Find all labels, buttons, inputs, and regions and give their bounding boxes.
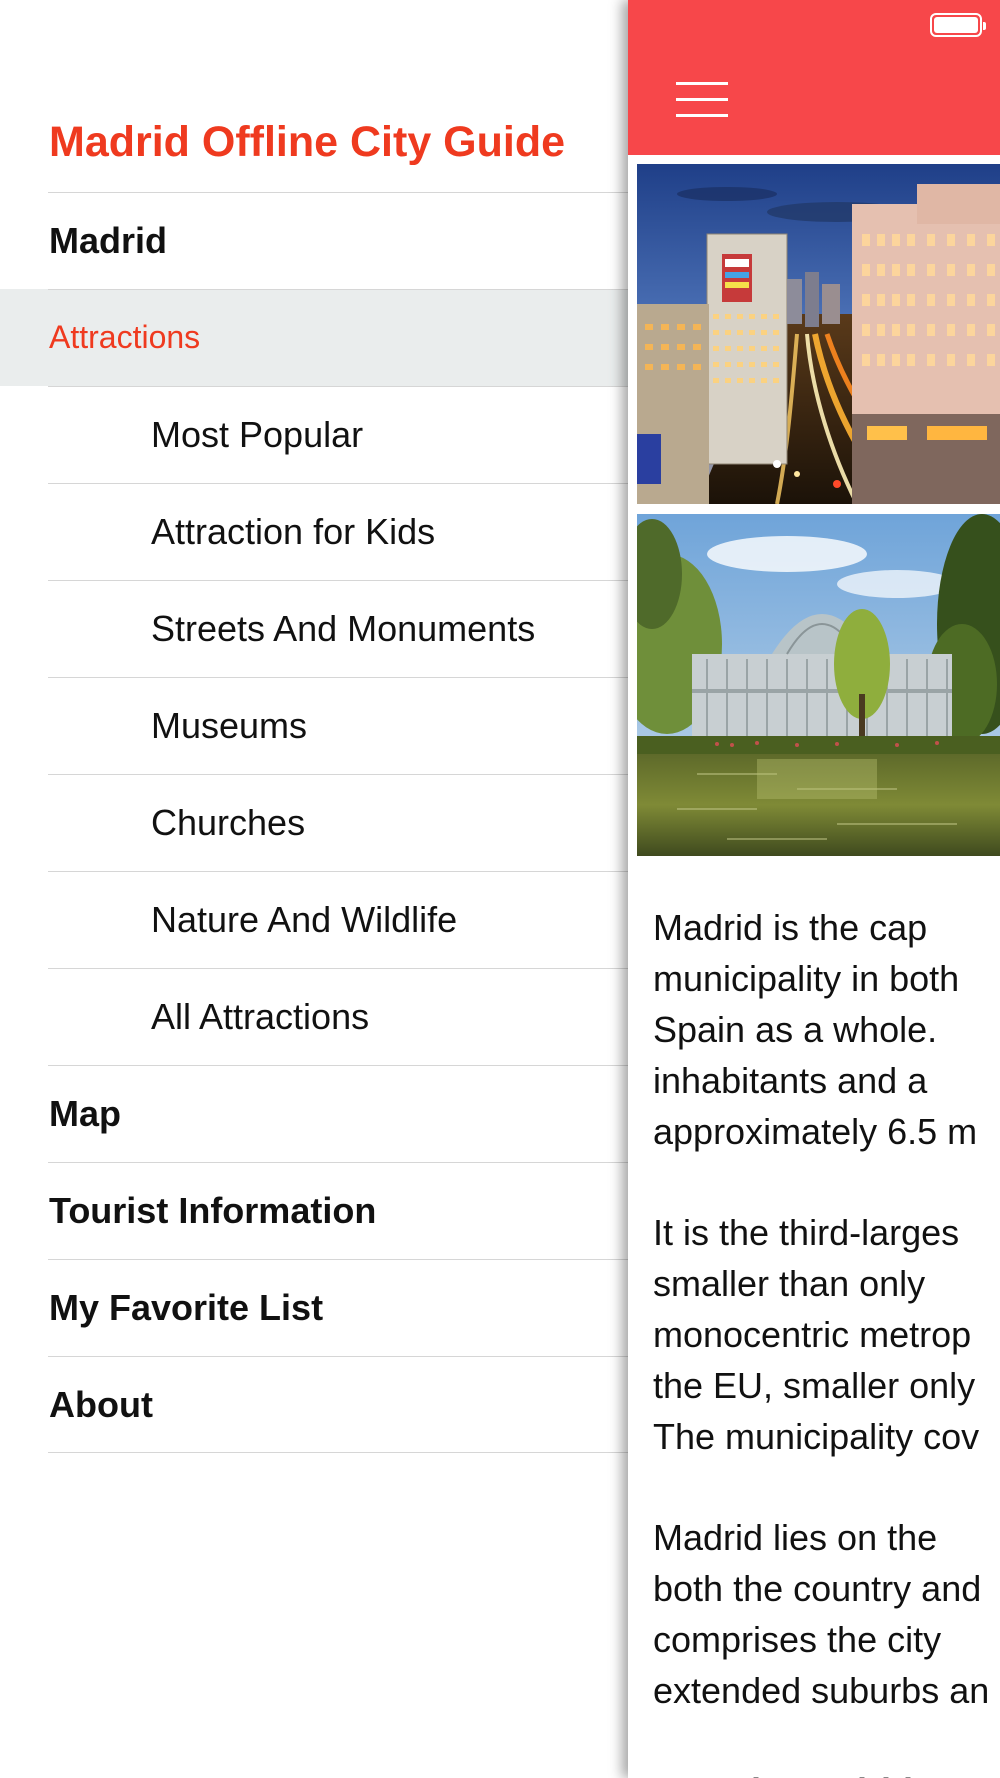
- menu-item-label: Churches: [151, 801, 306, 843]
- menu-item-label: All Attractions: [151, 995, 370, 1037]
- app-screen: Madrid Offline City Guide Madrid Attract…: [0, 0, 1000, 1778]
- menu-item-label: Attractions: [49, 319, 201, 355]
- battery-icon: [930, 13, 986, 37]
- menu-item-madrid[interactable]: Madrid: [0, 192, 628, 289]
- content-panel[interactable]: Madrid is the cap municipality in both S…: [628, 0, 1000, 1778]
- article-paragraph: It is the third-larges smaller than only…: [653, 1212, 980, 1457]
- menu-item-churches[interactable]: Churches: [0, 774, 628, 871]
- menu-item-attraction-for-kids[interactable]: Attraction for Kids: [0, 483, 628, 580]
- menu-item-label: My Favorite List: [49, 1286, 324, 1328]
- menu-item-label: Map: [49, 1092, 121, 1134]
- article-paragraph: Madrid is the cap municipality in both S…: [653, 907, 978, 1152]
- menu-item-label: About: [49, 1383, 153, 1425]
- article-cutoff-line: Pseudo-Madrid: [653, 1766, 1000, 1778]
- menu-item-museums[interactable]: Museums: [0, 677, 628, 774]
- menu-title: Madrid Offline City Guide: [49, 118, 566, 166]
- menu-list: Madrid Attractions Most Popular Attracti…: [0, 192, 628, 1453]
- menu-item-streets-and-monuments[interactable]: Streets And Monuments: [0, 580, 628, 677]
- crystal-palace-photo: [637, 514, 1000, 856]
- menu-item-label: Attraction for Kids: [151, 510, 436, 552]
- article-body: Madrid is the cap municipality in both S…: [653, 902, 1000, 1778]
- menu-item-label: Museums: [151, 704, 308, 746]
- menu-item-all-attractions[interactable]: All Attractions: [0, 968, 628, 1065]
- hamburger-icon[interactable]: [676, 80, 732, 120]
- article-paragraph: Madrid lies on the both the country and …: [653, 1517, 990, 1711]
- menu-item-label: Streets And Monuments: [151, 607, 536, 649]
- side-menu: Madrid Offline City Guide Madrid Attract…: [0, 0, 628, 1778]
- menu-item-label: Tourist Information: [49, 1189, 377, 1231]
- navigation-bar: [628, 0, 1000, 155]
- menu-item-most-popular[interactable]: Most Popular: [0, 386, 628, 483]
- gran-via-photo: [637, 164, 1000, 504]
- menu-item-about[interactable]: About: [0, 1356, 628, 1453]
- menu-item-label: Nature And Wildlife: [151, 898, 458, 940]
- menu-item-label: Most Popular: [151, 413, 364, 455]
- menu-item-nature-and-wildlife[interactable]: Nature And Wildlife: [0, 871, 628, 968]
- menu-item-my-favorite-list[interactable]: My Favorite List: [0, 1259, 628, 1356]
- menu-item-attractions[interactable]: Attractions: [0, 289, 628, 386]
- menu-item-tourist-information[interactable]: Tourist Information: [0, 1162, 628, 1259]
- menu-item-map[interactable]: Map: [0, 1065, 628, 1162]
- menu-item-label: Madrid: [49, 219, 168, 261]
